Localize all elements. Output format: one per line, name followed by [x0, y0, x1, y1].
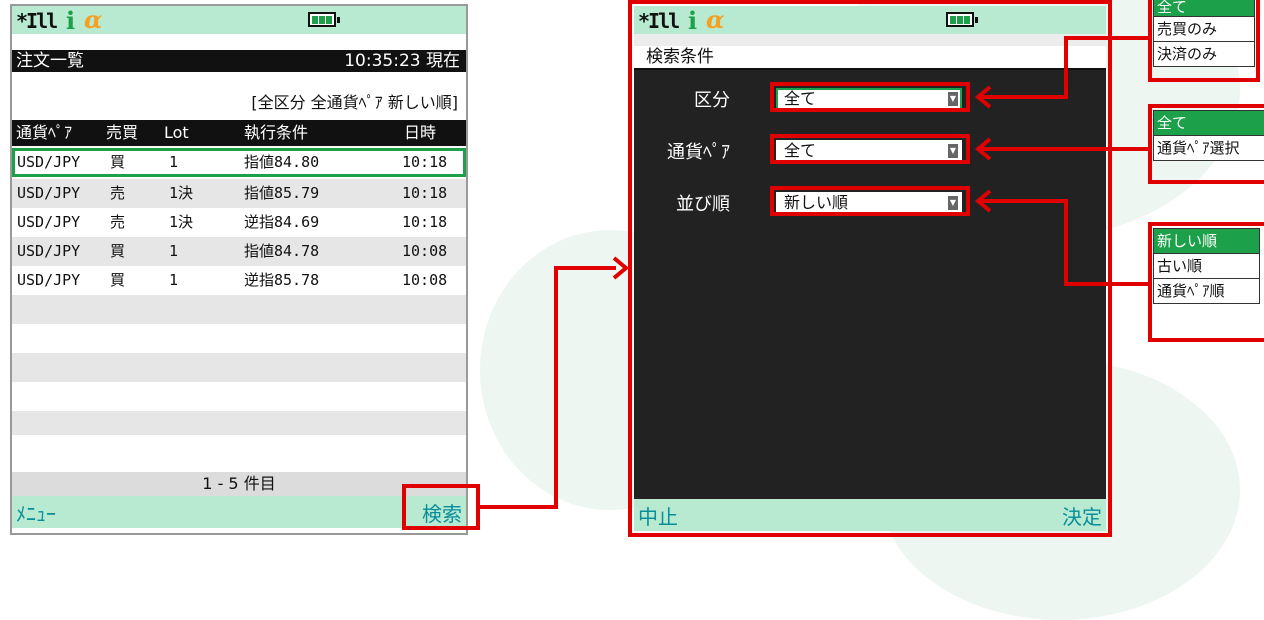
i-mode-icon: i [66, 6, 76, 35]
category-options-popup: 全て 売買のみ 決済のみ [1153, 0, 1255, 67]
pair-options-popup: 全て 通貨ﾍﾟｱ選択 [1153, 110, 1264, 161]
side-cell: 買 [110, 271, 126, 289]
status-bar: *Ill i α [12, 5, 466, 35]
table-row[interactable]: USD/JPY 売 1決 指値85.79 10:18 [12, 179, 466, 208]
table-row[interactable]: USD/JPY 買 1 逆指85.78 10:08 [12, 266, 466, 295]
signal-antenna-icon: *Ill [16, 9, 58, 33]
search-softkey-highlight [402, 484, 480, 530]
empty-row [12, 353, 466, 382]
column-header: 日時 [404, 123, 437, 142]
empty-row [12, 411, 466, 435]
result-count: 1 - 5 件目 [12, 472, 466, 496]
table-header: 通貨ﾍﾟｱ 売買 Lot 執行条件 日時 [12, 120, 466, 146]
option-item[interactable]: 新しい順 [1154, 229, 1259, 254]
pair-cell: USD/JPY [17, 153, 81, 171]
field-label: 区分 [694, 90, 730, 111]
order-options-popup: 新しい順 古い順 通貨ﾍﾟｱ順 [1153, 228, 1260, 304]
confirm-softkey[interactable]: 決定 [1062, 501, 1102, 530]
connector-line [480, 505, 556, 509]
category-select-highlight [770, 82, 970, 112]
condition-cell: 指値84.80 [244, 153, 320, 171]
pair-cell: USD/JPY [17, 242, 81, 260]
order-select-highlight [770, 186, 970, 216]
pair-cell: USD/JPY [17, 213, 81, 231]
status-bar: *Ill i α [634, 5, 1106, 35]
connector-line [978, 147, 1152, 151]
connector-line [1064, 36, 1152, 40]
title-bar: 注文一覧 10:35:23 現在 [12, 50, 466, 72]
empty-row [12, 324, 466, 353]
time-cell: 10:08 [402, 242, 448, 260]
time-cell: 10:08 [402, 271, 448, 289]
option-item[interactable]: 古い順 [1154, 254, 1259, 279]
signal-antenna-icon: *Ill [638, 9, 680, 33]
softkey-bar: 中止 決定 [634, 499, 1106, 531]
connector-line [554, 266, 558, 509]
page-title: 検索条件 [646, 47, 714, 67]
filter-summary: [全区分 全通貨ﾍﾟｱ 新しい順] [12, 92, 466, 114]
table-row[interactable]: USD/JPY 売 1決 逆指84.69 10:18 [12, 208, 466, 237]
field-label: 通貨ﾍﾟｱ [667, 142, 730, 163]
table-row[interactable]: USD/JPY 買 1 指値84.80 10:18 [12, 148, 466, 177]
column-header: 執行条件 [244, 123, 309, 142]
battery-full-icon [946, 12, 978, 27]
pair-cell: USD/JPY [17, 271, 81, 289]
lot-cell: 1 [169, 153, 179, 171]
lot-cell: 1決 [169, 184, 194, 202]
softkey-bar: ﾒﾆｭｰ 検索 [12, 496, 466, 528]
side-cell: 売 [110, 213, 126, 231]
empty-row [12, 295, 466, 324]
option-item[interactable]: 全て [1154, 111, 1264, 136]
current-time: 10:35:23 現在 [344, 51, 460, 71]
pair-cell: USD/JPY [17, 184, 81, 202]
connector-line [1064, 282, 1152, 286]
empty-row [12, 382, 466, 411]
option-item[interactable]: 通貨ﾍﾟｱ選択 [1154, 136, 1264, 160]
left-phone-screen: *Ill i α 注文一覧 10:35:23 現在 [全区分 全通貨ﾍﾟｱ 新し… [10, 4, 468, 535]
connector-line [978, 199, 1068, 203]
connector-line [1064, 199, 1068, 285]
condition-cell: 逆指85.78 [244, 271, 320, 289]
battery-full-icon [308, 12, 340, 27]
connector-line [978, 95, 1068, 99]
connector-line [1064, 36, 1068, 99]
alpha-icon: α [706, 5, 725, 34]
condition-cell: 指値85.79 [244, 184, 320, 202]
table-row[interactable]: USD/JPY 買 1 指値84.78 10:08 [12, 237, 466, 266]
page-title: 注文一覧 [16, 51, 84, 71]
option-item[interactable]: 全て [1154, 0, 1254, 17]
lot-cell: 1 [169, 242, 179, 260]
option-item[interactable]: 通貨ﾍﾟｱ順 [1154, 279, 1259, 303]
option-item[interactable]: 決済のみ [1154, 42, 1254, 66]
column-header: 通貨ﾍﾟｱ [16, 123, 73, 142]
connector-line [554, 266, 616, 270]
side-cell: 買 [110, 153, 126, 171]
alpha-icon: α [84, 5, 103, 34]
menu-softkey[interactable]: ﾒﾆｭｰ [16, 498, 56, 527]
title-bar: 検索条件 [634, 46, 1106, 70]
option-item[interactable]: 売買のみ [1154, 17, 1254, 42]
field-label: 並び順 [676, 194, 730, 215]
time-cell: 10:18 [402, 153, 448, 171]
i-mode-icon: i [688, 6, 698, 35]
lot-cell: 1 [169, 271, 179, 289]
time-cell: 10:18 [402, 213, 448, 231]
side-cell: 売 [110, 184, 126, 202]
column-header: Lot [164, 123, 189, 142]
time-cell: 10:18 [402, 184, 448, 202]
pair-select-highlight [770, 134, 970, 164]
cancel-softkey[interactable]: 中止 [638, 501, 678, 530]
column-header: 売買 [106, 123, 139, 142]
condition-cell: 指値84.78 [244, 242, 320, 260]
condition-cell: 逆指84.69 [244, 213, 320, 231]
side-cell: 買 [110, 242, 126, 260]
lot-cell: 1決 [169, 213, 194, 231]
